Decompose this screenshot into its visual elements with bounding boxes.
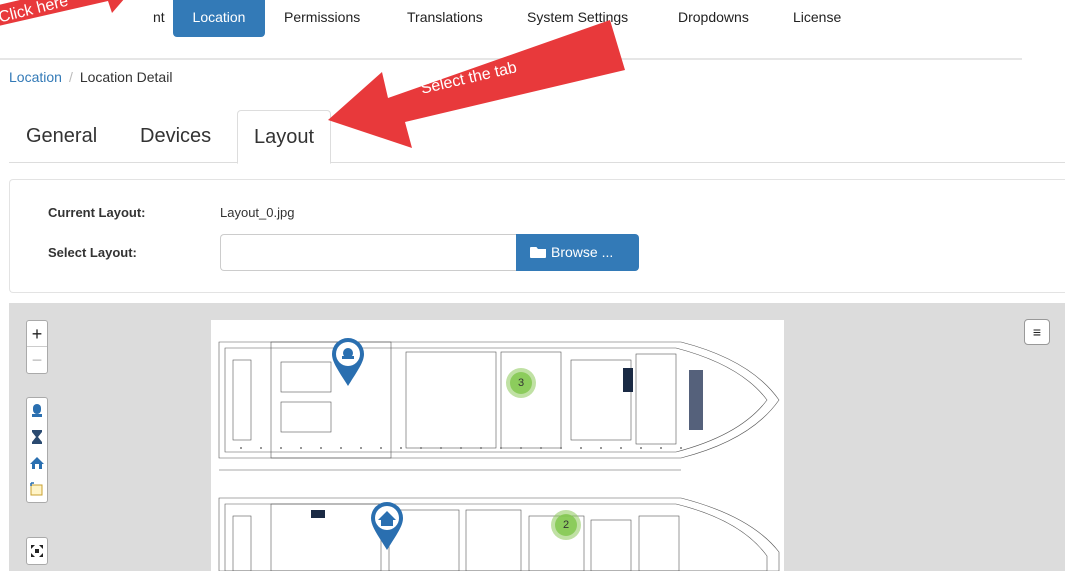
breadcrumb-location-link[interactable]: Location — [9, 69, 62, 85]
sensor-marker-icon[interactable] — [330, 336, 366, 393]
browse-button-label: Browse ... — [551, 244, 614, 260]
breadcrumb: Location / Location Detail — [9, 68, 172, 86]
select-layout-input[interactable] — [220, 234, 517, 271]
hourglass-icon[interactable] — [27, 424, 47, 450]
layer-menu-button[interactable]: ≡ — [1024, 319, 1050, 345]
cluster-count: 2 — [555, 514, 577, 536]
sensor-icon[interactable] — [27, 398, 47, 424]
home-wifi-icon[interactable] — [27, 450, 47, 476]
current-layout-label: Current Layout: — [48, 205, 146, 220]
nav-item-dropdowns[interactable]: Dropdowns — [667, 0, 760, 37]
yacht-layout-image — [211, 320, 784, 571]
tab-layout[interactable]: Layout — [237, 110, 332, 164]
home-marker-icon[interactable] — [369, 500, 405, 557]
fullscreen-icon[interactable] — [27, 538, 47, 564]
tab-devices[interactable]: Devices — [140, 110, 211, 163]
breadcrumb-separator: / — [68, 69, 73, 85]
device-cluster[interactable]: 3 — [506, 368, 536, 398]
select-layout-label: Select Layout: — [48, 245, 137, 260]
current-layout-value: Layout_0.jpg — [220, 205, 295, 220]
zoom-out-button[interactable]: − — [27, 347, 47, 373]
cluster-count: 3 — [510, 372, 532, 394]
click-here-arrow: Click here — [0, 0, 170, 45]
device-cluster[interactable]: 2 — [551, 510, 581, 540]
select-tab-arrow: Select the tab — [320, 0, 640, 160]
zoom-in-button[interactable]: + — [27, 321, 47, 347]
breadcrumb-current: Location Detail — [79, 69, 173, 85]
nav-item-license[interactable]: License — [782, 0, 852, 37]
zoom-control: + − — [26, 320, 48, 374]
browse-button[interactable]: Browse ... — [516, 234, 639, 271]
fullscreen-control — [26, 537, 48, 565]
new-shape-icon[interactable] — [27, 476, 47, 502]
layout-form-panel: Current Layout: Layout_0.jpg Select Layo… — [9, 179, 1065, 293]
nav-item-location[interactable]: Location — [173, 0, 265, 37]
tool-control — [26, 397, 48, 503]
deck-plan-drawing — [218, 341, 780, 571]
tab-general[interactable]: General — [26, 110, 97, 163]
layout-map[interactable]: 3 2 + − ≡ — [9, 303, 1065, 571]
folder-open-icon — [530, 247, 546, 258]
